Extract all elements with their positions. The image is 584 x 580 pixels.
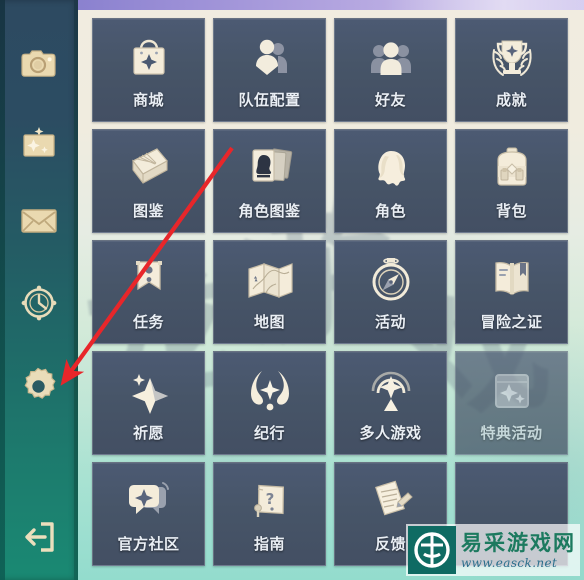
menu-item-label: 角色图鉴	[238, 202, 301, 220]
friends-icon	[366, 31, 416, 85]
menu-item-label: 地图	[253, 313, 285, 331]
battle-pass-icon	[245, 364, 295, 418]
menu-item-character[interactable]: 角色	[334, 129, 447, 233]
compass-event-icon	[366, 253, 416, 307]
main-menu-grid: 商城 队伍配置 好友 成就 图鉴 角色图鉴 角色 背包 任务 地图 活动 冒险之…	[92, 18, 580, 578]
achievement-icon	[486, 31, 538, 85]
menu-item-battle-pass[interactable]: 纪行	[213, 351, 326, 455]
menu-item-label: 官方社区	[117, 535, 180, 553]
menu-item-label: 纪行	[253, 424, 285, 442]
menu-item-wish[interactable]: 祈愿	[92, 351, 205, 455]
menu-item-backpack[interactable]: 背包	[455, 129, 568, 233]
shop-bag-icon	[124, 31, 174, 85]
sidebar-item-gallery[interactable]	[14, 118, 64, 168]
gallery-icon	[19, 126, 59, 160]
menu-item-guide[interactable]: ? 指南	[213, 462, 326, 566]
menu-item-quest[interactable]: 任务	[92, 240, 205, 344]
top-color-band	[0, 0, 584, 10]
watermark-title: 易采游戏网	[461, 529, 576, 555]
watermark-logo-icon	[408, 526, 456, 574]
svg-text:?: ?	[265, 490, 274, 508]
menu-item-special-event[interactable]: 特典活动	[455, 351, 568, 455]
menu-item-label: 冒险之证	[480, 313, 543, 331]
map-icon	[244, 253, 296, 307]
menu-item-label: 队伍配置	[238, 91, 301, 109]
special-event-icon	[488, 364, 536, 418]
archive-book-icon	[123, 142, 175, 196]
mail-icon	[19, 207, 59, 235]
watermark-url: www.easck.net	[461, 555, 558, 570]
exit-icon	[21, 520, 57, 554]
left-sidebar	[0, 0, 78, 580]
menu-item-label: 角色	[374, 202, 406, 220]
menu-item-community[interactable]: 官方社区	[92, 462, 205, 566]
menu-item-label: 成就	[495, 91, 527, 109]
menu-item-party-setup[interactable]: 队伍配置	[213, 18, 326, 122]
gear-icon	[18, 366, 60, 408]
wish-star-icon	[123, 364, 175, 418]
quest-banner-icon	[125, 253, 173, 307]
menu-item-label: 图鉴	[132, 202, 164, 220]
adventurer-handbook-icon	[487, 253, 537, 307]
menu-item-label: 多人游戏	[359, 424, 422, 442]
guide-book-icon: ?	[245, 475, 295, 529]
menu-item-coop[interactable]: 多人游戏	[334, 351, 447, 455]
menu-item-label: 指南	[253, 535, 285, 553]
character-cards-icon	[244, 142, 296, 196]
menu-item-shop[interactable]: 商城	[92, 18, 205, 122]
sidebar-item-camera[interactable]	[14, 38, 64, 88]
menu-item-label: 背包	[495, 202, 527, 220]
menu-item-label: 祈愿	[132, 424, 164, 442]
menu-item-archive[interactable]: 图鉴	[92, 129, 205, 233]
community-chat-icon	[123, 475, 175, 529]
backpack-icon	[487, 142, 537, 196]
menu-item-label: 任务	[132, 313, 164, 331]
game-menu-screen: 龙 游 戏	[0, 0, 584, 580]
menu-item-character-archive[interactable]: 角色图鉴	[213, 129, 326, 233]
menu-item-label: 反馈	[374, 535, 406, 553]
compass-clock-icon	[19, 283, 59, 323]
menu-item-map[interactable]: 地图	[213, 240, 326, 344]
menu-item-achievement[interactable]: 成就	[455, 18, 568, 122]
menu-item-events[interactable]: 活动	[334, 240, 447, 344]
menu-item-label: 商城	[132, 91, 164, 109]
sidebar-item-mail[interactable]	[14, 196, 64, 246]
watermark-text: 易采游戏网 www.easck.net	[461, 532, 576, 569]
menu-item-friends[interactable]: 好友	[334, 18, 447, 122]
party-setup-icon	[245, 31, 295, 85]
camera-icon	[19, 47, 59, 79]
co-op-icon	[365, 364, 417, 418]
menu-item-label: 好友	[374, 91, 406, 109]
site-watermark: 易采游戏网 www.easck.net	[406, 524, 580, 576]
sidebar-item-exit[interactable]	[14, 512, 64, 562]
sidebar-item-settings[interactable]	[14, 362, 64, 412]
character-head-icon	[366, 142, 416, 196]
sidebar-item-time[interactable]	[14, 278, 64, 328]
menu-item-label: 活动	[374, 313, 406, 331]
feedback-paper-icon	[365, 475, 417, 529]
menu-item-adventurer-handbook[interactable]: 冒险之证	[455, 240, 568, 344]
menu-item-label: 特典活动	[480, 424, 543, 442]
